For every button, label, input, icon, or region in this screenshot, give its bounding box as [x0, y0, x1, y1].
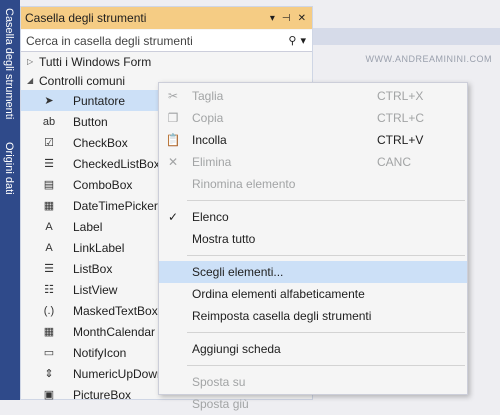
- toolbox-item-label: Label: [73, 219, 103, 234]
- toolbox-item-label: NumericUpDown: [73, 366, 164, 381]
- menu-item-scegli-elementi[interactable]: Scegli elementi...: [159, 261, 467, 283]
- maskedtextbox-icon: (.): [43, 304, 55, 317]
- side-tab-data-sources-label: Origini dati: [3, 142, 15, 195]
- delete-icon: ✕: [167, 155, 179, 169]
- side-tab-toolbox[interactable]: Casella degli strumenti: [0, 8, 20, 133]
- window-position-dropdown-icon[interactable]: ▾: [270, 13, 275, 24]
- menu-separator: [187, 255, 465, 256]
- menu-item-ordina-elementi-alfabeticamente[interactable]: Ordina elementi alfabeticamente: [159, 283, 467, 305]
- menu-item-label: Mostra tutto: [192, 232, 256, 246]
- menu-item-rinomina-elemento[interactable]: Rinomina elemento: [159, 173, 467, 195]
- menu-separator: [187, 200, 465, 201]
- menu-item-elimina[interactable]: ✕ Elimina CANC: [159, 151, 467, 173]
- menu-separator: [187, 332, 465, 333]
- numericupdown-icon: ⇕: [44, 368, 54, 380]
- group-label: Controlli comuni: [39, 73, 126, 88]
- toolbox-header: Casella degli strumenti ▾ ⊣ ✕: [21, 7, 312, 29]
- context-menu: ✂ Taglia CTRL+X ❐ Copia CTRL+C 📋 Incolla CTRL+V ✕…: [158, 82, 468, 411]
- menu-item-elenco[interactable]: ✓ Elenco: [159, 206, 467, 228]
- monthcalendar-icon: ▦: [43, 326, 55, 338]
- menu-separator: [187, 365, 465, 366]
- menu-item-label: Sposta giù: [192, 397, 249, 411]
- menu-item-label: Incolla: [192, 133, 227, 147]
- group-all-windows-forms[interactable]: ▷ Tutti i Windows Form: [21, 52, 312, 71]
- side-tab-strip: Casella degli strumenti Origini dati: [0, 0, 20, 400]
- menu-item-taglia[interactable]: ✂ Taglia CTRL+X: [159, 85, 467, 107]
- notifyicon-icon: ▭: [43, 347, 55, 359]
- menu-item-label: Sposta su: [192, 375, 246, 389]
- toolbox-item-label: ListView: [73, 282, 118, 297]
- menu-item-sposta-su[interactable]: Sposta su: [159, 371, 467, 393]
- designer-toolbar: [313, 6, 500, 28]
- toolbox-item-label: ListBox: [73, 261, 113, 276]
- menu-item-aggiungi-scheda[interactable]: Aggiungi scheda: [159, 338, 467, 360]
- combobox-icon: ▤: [43, 179, 55, 191]
- menu-item-label: Elimina: [192, 155, 232, 169]
- group-label: Tutti i Windows Form: [39, 54, 152, 69]
- menu-item-label: Ordina elementi alfabeticamente: [192, 287, 365, 301]
- watermark: WWW.ANDREAMININI.COM: [365, 54, 492, 64]
- pin-icon[interactable]: ⊣: [282, 13, 291, 24]
- label-icon: A: [45, 220, 53, 233]
- menu-item-copia[interactable]: ❐ Copia CTRL+C: [159, 107, 467, 129]
- cut-icon: ✂: [167, 89, 179, 103]
- menu-item-label: Rinomina elemento: [192, 177, 296, 191]
- menu-item-shortcut: CTRL+X: [377, 89, 424, 103]
- toolbox-item-label: CheckBox: [73, 135, 128, 150]
- toolbox-item-label: Puntatore: [73, 93, 126, 108]
- menu-item-label: Taglia: [192, 89, 224, 103]
- toolbox-search-bar: ⚲ ▾: [21, 30, 312, 52]
- side-tab-data-sources[interactable]: Origini dati: [0, 142, 20, 207]
- menu-item-mostra-tutto[interactable]: Mostra tutto: [159, 228, 467, 250]
- menu-item-label: Reimposta casella degli strumenti: [192, 309, 372, 323]
- menu-item-sposta-gi[interactable]: Sposta giù: [159, 393, 467, 415]
- menu-item-label: Elenco: [192, 210, 229, 224]
- picturebox-icon: ▣: [43, 389, 55, 401]
- menu-item-reimposta-casella-degli-strumenti[interactable]: Reimposta casella degli strumenti: [159, 305, 467, 327]
- checkmark-icon: ✓: [167, 210, 179, 224]
- search-dropdown-icon[interactable]: ▾: [300, 34, 306, 47]
- designer-tab-strip: [313, 28, 500, 45]
- menu-item-incolla[interactable]: 📋 Incolla CTRL+V: [159, 129, 467, 151]
- listbox-icon: ☰: [44, 263, 54, 275]
- linklabel-icon: A: [45, 241, 53, 254]
- side-tab-toolbox-label: Casella degli strumenti: [3, 8, 15, 120]
- datetimepicker-icon: ▦: [43, 200, 55, 212]
- collapse-arrow-icon[interactable]: ◢: [27, 76, 39, 85]
- expand-arrow-icon[interactable]: ▷: [27, 57, 39, 66]
- menu-item-shortcut: CANC: [377, 155, 412, 169]
- pointer-icon: ➤: [44, 95, 54, 107]
- toolbox-title: Casella degli strumenti: [25, 11, 147, 25]
- menu-item-shortcut: CTRL+V: [377, 133, 424, 147]
- copy-icon: ❐: [167, 111, 179, 125]
- paste-icon: 📋: [165, 133, 181, 147]
- checkbox-icon: ☑: [44, 137, 54, 149]
- toolbox-item-label: MaskedTextBox: [73, 303, 158, 318]
- button-icon: ab: [42, 115, 56, 128]
- toolbox-item-label: NotifyIcon: [73, 345, 127, 360]
- search-icon[interactable]: ⚲: [288, 34, 296, 47]
- toolbox-item-label: CheckedListBox: [73, 156, 160, 171]
- listview-icon: ☷: [44, 284, 54, 296]
- menu-item-label: Scegli elementi...: [192, 265, 284, 279]
- checked-listbox-icon: ☰: [44, 158, 54, 170]
- toolbox-item-label: MonthCalendar: [73, 324, 156, 339]
- close-icon[interactable]: ✕: [298, 13, 306, 24]
- toolbox-item-label: Button: [73, 114, 108, 129]
- toolbox-item-label: DateTimePicker: [73, 198, 158, 213]
- toolbox-item-label: LinkLabel: [73, 240, 125, 255]
- toolbox-item-label: ComboBox: [73, 177, 133, 192]
- menu-item-label: Copia: [192, 111, 224, 125]
- menu-item-shortcut: CTRL+C: [377, 111, 425, 125]
- toolbox-search-input[interactable]: [26, 33, 266, 48]
- toolbox-item-label: PictureBox: [73, 387, 132, 402]
- menu-item-label: Aggiungi scheda: [192, 342, 281, 356]
